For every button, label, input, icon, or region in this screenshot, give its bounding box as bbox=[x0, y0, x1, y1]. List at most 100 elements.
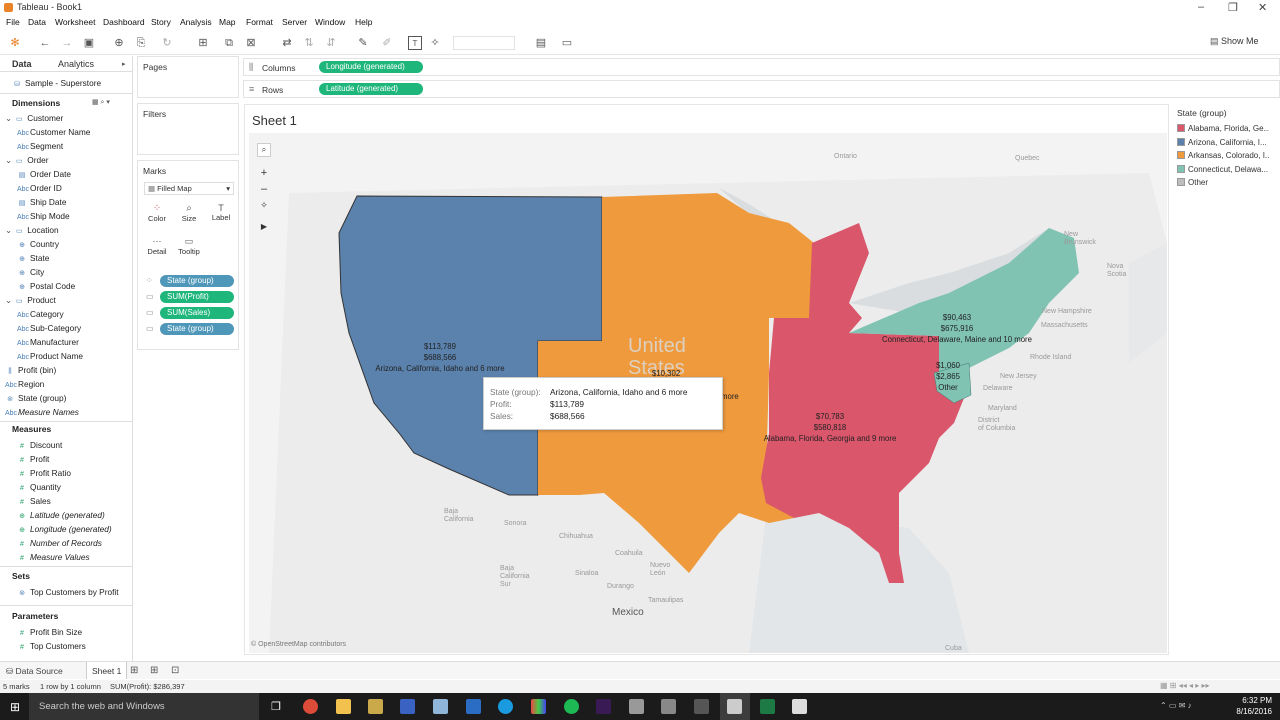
close-icon[interactable]: ✕ bbox=[1258, 1, 1267, 14]
menu-story[interactable]: Story bbox=[151, 17, 171, 27]
menu-worksheet[interactable]: Worksheet bbox=[55, 17, 95, 27]
measure-item[interactable]: # Number of Records bbox=[17, 538, 102, 548]
dimension-item[interactable]: ▤ Order Date bbox=[17, 169, 71, 179]
clear-sheet-icon[interactable]: ⊠ bbox=[244, 36, 258, 50]
app-icon[interactable] bbox=[433, 699, 448, 714]
folder-toggle-icon[interactable]: ⌄ bbox=[5, 225, 14, 235]
pause-updates-icon[interactable]: ⎘ bbox=[134, 36, 148, 50]
menu-format[interactable]: Format bbox=[246, 17, 273, 27]
restore-icon[interactable]: ❐ bbox=[1228, 1, 1238, 14]
sort-desc-icon[interactable]: ⇵ bbox=[324, 36, 338, 50]
parameter-item[interactable]: # Top Customers bbox=[17, 641, 86, 651]
menu-map[interactable]: Map bbox=[219, 17, 236, 27]
dimension-item[interactable]: AbcSub-Category bbox=[17, 323, 81, 333]
menu-dashboard[interactable]: Dashboard bbox=[103, 17, 145, 27]
menu-analysis[interactable]: Analysis bbox=[180, 17, 212, 27]
zoom-out-button[interactable]: – bbox=[257, 183, 271, 197]
premiere-icon[interactable] bbox=[596, 699, 611, 714]
folder-toggle-icon[interactable]: ⌄ bbox=[5, 113, 14, 123]
dimension-item[interactable]: ⊕ Postal Code bbox=[17, 281, 75, 291]
tableau-task-icon[interactable] bbox=[727, 699, 742, 714]
dimension-item[interactable]: ⌄ ▭ Order bbox=[5, 155, 48, 165]
sheet1-tab[interactable]: Sheet 1 bbox=[86, 662, 128, 679]
pin-icon[interactable]: ✧ bbox=[428, 36, 442, 50]
mark-type-select[interactable]: ▦ Filled Map ▾ bbox=[144, 182, 234, 195]
minimize-icon[interactable]: – bbox=[1198, 1, 1204, 13]
new-datasource-icon[interactable]: ⊕ bbox=[112, 36, 126, 50]
menu-window[interactable]: Window bbox=[315, 17, 345, 27]
pages-card[interactable]: Pages bbox=[137, 56, 239, 98]
map-toolbar-expand[interactable]: ▶ bbox=[257, 221, 271, 235]
columns-shelf[interactable]: ⫼ Columns Longitude (generated) bbox=[243, 58, 1280, 76]
show-me-button[interactable]: ▤ Show Me bbox=[1210, 36, 1259, 47]
dimension-item[interactable]: AbcSegment bbox=[17, 141, 63, 151]
mark-pill[interactable]: SUM(Sales) bbox=[160, 307, 234, 319]
fit-select[interactable] bbox=[453, 36, 515, 50]
redo-icon[interactable]: → bbox=[60, 36, 74, 50]
map-search-button[interactable]: ⌕ bbox=[257, 143, 271, 157]
tab-menu-icon[interactable]: ▸ bbox=[122, 60, 126, 68]
app-icon[interactable] bbox=[629, 699, 644, 714]
tooltip-button[interactable]: ▭ Tooltip bbox=[176, 236, 202, 256]
presentation-icon[interactable]: ▭ bbox=[560, 36, 574, 50]
datasource-item[interactable]: ⛁ Sample - Superstore bbox=[12, 78, 101, 88]
menu-data[interactable]: Data bbox=[28, 17, 46, 27]
legend-item[interactable]: Other bbox=[1177, 178, 1269, 187]
skype-icon[interactable] bbox=[498, 699, 513, 714]
folder-toggle-icon[interactable]: ⌄ bbox=[5, 155, 14, 165]
new-story-icon[interactable]: ⊡ bbox=[171, 665, 179, 676]
set-item[interactable]: ⊚ Top Customers by Profit bbox=[17, 587, 118, 597]
folder-toggle-icon[interactable]: ⌄ bbox=[5, 295, 14, 305]
menu-server[interactable]: Server bbox=[282, 17, 307, 27]
chrome-icon[interactable] bbox=[303, 699, 318, 714]
labels-icon[interactable]: T bbox=[408, 36, 422, 50]
mark-pill[interactable]: State (group) bbox=[160, 323, 234, 335]
dimension-item[interactable]: ⌄ ▭ Location bbox=[5, 225, 59, 235]
measure-item[interactable]: # Profit Ratio bbox=[17, 468, 71, 478]
dimension-item[interactable]: AbcOrder ID bbox=[17, 183, 62, 193]
tableau-icon[interactable]: ✻ bbox=[8, 36, 22, 50]
zoom-in-button[interactable]: + bbox=[257, 167, 271, 181]
rows-pill[interactable]: Latitude (generated) bbox=[319, 83, 423, 95]
app-icon[interactable] bbox=[661, 699, 676, 714]
legend-item[interactable]: Connecticut, Delawa... bbox=[1177, 164, 1269, 174]
undo-icon[interactable]: ← bbox=[38, 36, 52, 50]
parameter-item[interactable]: # Profit Bin Size bbox=[17, 627, 82, 637]
pin-map-button[interactable]: ✧ bbox=[257, 199, 271, 213]
mark-pill[interactable]: State (group) bbox=[160, 275, 234, 287]
dimension-item[interactable]: AbcCategory bbox=[17, 309, 64, 319]
spotify-icon[interactable] bbox=[564, 699, 579, 714]
mark-pill[interactable]: SUM(Profit) bbox=[160, 291, 234, 303]
app-icon[interactable] bbox=[792, 699, 807, 714]
measure-item[interactable]: # Discount bbox=[17, 440, 62, 450]
dimension-item[interactable]: ⌄ ▭ Customer bbox=[5, 113, 63, 123]
label-button[interactable]: T Label bbox=[208, 203, 234, 222]
dimension-item[interactable]: ⊕ State bbox=[17, 253, 49, 263]
swap-icon[interactable]: ⇄ bbox=[280, 36, 294, 50]
search-box[interactable]: Search the web and Windows bbox=[29, 693, 259, 720]
app-icon[interactable] bbox=[368, 699, 383, 714]
legend-item[interactable]: Alabama, Florida, Ge... bbox=[1177, 124, 1269, 133]
legend-item[interactable]: Arkansas, Colorado, I... bbox=[1177, 151, 1269, 160]
file-explorer-icon[interactable] bbox=[336, 699, 351, 714]
excel-icon[interactable] bbox=[760, 699, 775, 714]
measure-item[interactable]: ⊕ Longitude (generated) bbox=[17, 524, 112, 534]
legend-item[interactable]: Arizona, California, I... bbox=[1177, 137, 1269, 147]
dimension-item[interactable]: ⊕ Country bbox=[17, 239, 59, 249]
show-cards-icon[interactable]: ▤ bbox=[534, 36, 548, 50]
app-icon[interactable] bbox=[400, 699, 415, 714]
dimension-item[interactable]: AbcCustomer Name bbox=[17, 127, 90, 137]
dimension-item[interactable]: ⫼ Profit (bin) bbox=[5, 365, 56, 376]
measure-item[interactable]: # Profit bbox=[17, 454, 49, 464]
color-button[interactable]: ⁘ Color bbox=[144, 203, 170, 223]
dimension-item[interactable]: ⊚ State (group) bbox=[5, 393, 66, 403]
detail-button[interactable]: ⋯ Detail bbox=[144, 236, 170, 256]
datasource-tab[interactable]: ⛁ Data Source bbox=[6, 666, 63, 677]
save-icon[interactable]: ▣ bbox=[82, 36, 96, 50]
dimension-item[interactable]: ▤ Ship Date bbox=[17, 197, 67, 207]
filters-card[interactable]: Filters bbox=[137, 103, 239, 155]
dimension-item[interactable]: AbcProduct Name bbox=[17, 351, 83, 361]
menu-help[interactable]: Help bbox=[355, 17, 372, 27]
group-icon[interactable]: ✐ bbox=[380, 36, 394, 50]
measure-item[interactable]: # Measure Values bbox=[17, 552, 90, 562]
